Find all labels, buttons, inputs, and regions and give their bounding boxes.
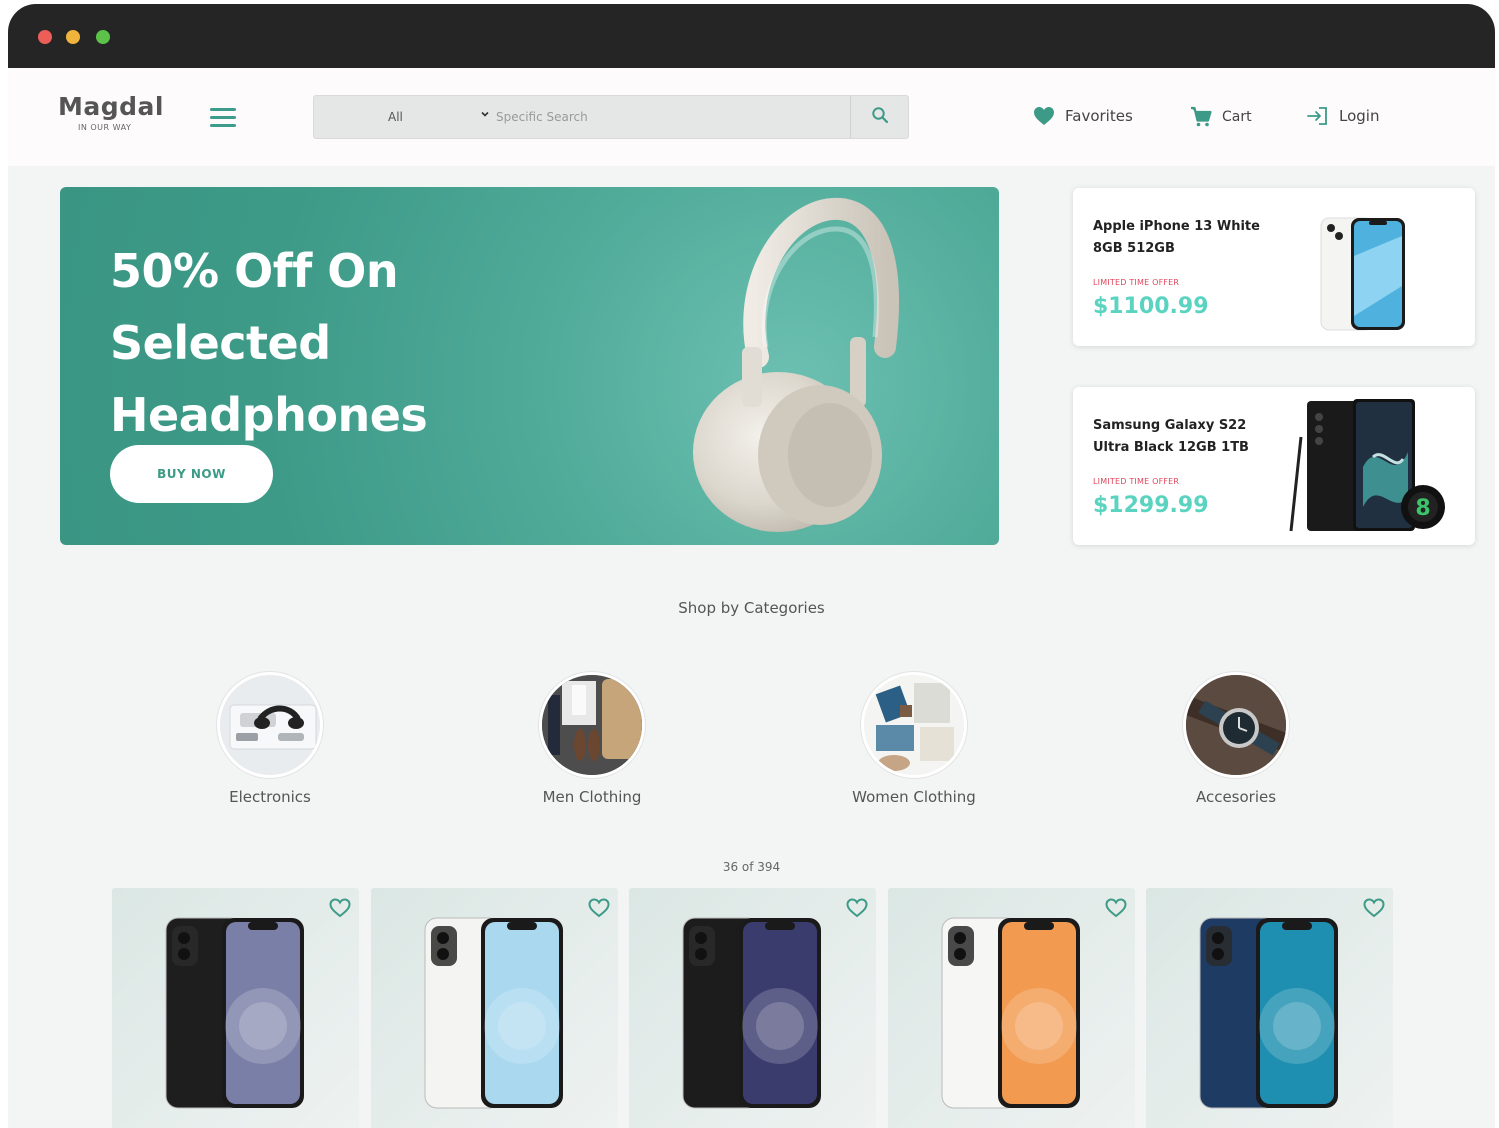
hero-line-1: 50% Off On	[110, 244, 399, 298]
accessories-image	[1183, 672, 1289, 778]
men-clothing-image	[539, 672, 645, 778]
promo-offer-label: LIMITED TIME OFFER	[1093, 477, 1180, 486]
favorites-link[interactable]: Favorites	[1033, 106, 1133, 126]
minimize-window-button[interactable]	[66, 30, 80, 44]
headphones-image	[693, 197, 899, 532]
favorite-heart-icon[interactable]	[588, 898, 610, 922]
hero-headline: 50% Off On Selected Headphones	[110, 235, 428, 451]
site-header: Magdal IN OUR WAY All Fa	[8, 68, 1495, 166]
galaxy-s22-image: 8	[1289, 399, 1445, 532]
hero-line-3: Headphones	[110, 388, 428, 442]
promo-offer-label: LIMITED TIME OFFER	[1093, 278, 1180, 287]
promo-name-line-1: Apple iPhone 13 White	[1093, 219, 1260, 234]
cart-icon	[1190, 106, 1212, 128]
maximize-window-button[interactable]	[96, 30, 110, 44]
category-men-clothing[interactable]: Men Clothing	[492, 672, 692, 806]
promo-price: $1299.99	[1093, 493, 1209, 518]
cart-label: Cart	[1222, 109, 1252, 125]
favorite-heart-icon[interactable]	[1363, 898, 1385, 922]
promo-name-line-2: 8GB 512GB	[1093, 241, 1175, 256]
login-label: Login	[1339, 107, 1380, 125]
favorites-label: Favorites	[1065, 107, 1133, 125]
buy-now-button[interactable]: BUY NOW	[110, 445, 273, 503]
favorite-heart-icon[interactable]	[329, 898, 351, 922]
hero-banner: 50% Off On Selected Headphones BUY NOW	[60, 187, 999, 545]
iphone-13-image	[1320, 217, 1405, 331]
product-image	[165, 917, 304, 1109]
category-accesories[interactable]: Accesories	[1136, 672, 1336, 806]
hero-line-2: Selected	[110, 316, 331, 370]
promo-price: $1100.99	[1093, 294, 1209, 319]
login-icon	[1307, 106, 1329, 126]
svg-text:8: 8	[1415, 496, 1430, 521]
close-window-button[interactable]	[38, 30, 52, 44]
search-icon	[871, 106, 889, 128]
chevron-down-icon	[480, 109, 490, 122]
cart-link[interactable]: Cart	[1190, 106, 1252, 128]
search-button[interactable]	[850, 96, 908, 138]
categories-title: Shop by Categories	[678, 599, 825, 617]
product-image	[424, 917, 563, 1109]
heart-icon	[1033, 106, 1055, 126]
category-label: Electronics	[229, 788, 311, 806]
promo-card-iphone[interactable]: Apple iPhone 13 White 8GB 512GB LIMITED …	[1073, 188, 1475, 346]
favorite-heart-icon[interactable]	[846, 898, 868, 922]
product-image	[941, 917, 1080, 1109]
brand-tagline: IN OUR WAY	[78, 123, 132, 132]
product-card[interactable]	[888, 888, 1135, 1128]
category-women-clothing[interactable]: Women Clothing	[814, 672, 1014, 806]
category-label: Women Clothing	[852, 788, 976, 806]
category-label: Accesories	[1195, 788, 1277, 806]
product-image	[682, 917, 821, 1109]
login-link[interactable]: Login	[1307, 106, 1379, 126]
browser-window: Magdal IN OUR WAY All Fa	[8, 4, 1495, 1128]
product-card[interactable]	[1146, 888, 1393, 1128]
results-count: 36 of 394	[722, 860, 781, 874]
electronics-image	[217, 672, 323, 778]
promo-product-name: Apple iPhone 13 White 8GB 512GB	[1093, 216, 1283, 260]
logo[interactable]: Magdal IN OUR WAY	[58, 92, 164, 132]
product-card[interactable]	[371, 888, 618, 1128]
favorite-heart-icon[interactable]	[1105, 898, 1127, 922]
promo-name-line-1: Samsung Galaxy S22	[1093, 418, 1247, 433]
menu-icon[interactable]	[210, 108, 236, 128]
category-label: Men Clothing	[542, 788, 642, 806]
promo-name-line-2: Ultra Black 12GB 1TB	[1093, 440, 1249, 455]
category-electronics[interactable]: Electronics	[170, 672, 370, 806]
category-select-value: All	[388, 110, 403, 124]
product-card[interactable]	[629, 888, 876, 1128]
promo-product-name: Samsung Galaxy S22 Ultra Black 12GB 1TB	[1093, 415, 1283, 459]
product-image	[1199, 917, 1338, 1109]
brand-name: Magdal	[58, 92, 164, 121]
product-card[interactable]	[112, 888, 359, 1128]
title-bar	[8, 4, 1495, 68]
search-input[interactable]	[496, 96, 850, 138]
search-bar: All	[313, 95, 909, 139]
promo-card-samsung[interactable]: Samsung Galaxy S22 Ultra Black 12GB 1TB …	[1073, 387, 1475, 545]
category-select[interactable]: All	[314, 96, 494, 140]
women-clothing-image	[861, 672, 967, 778]
